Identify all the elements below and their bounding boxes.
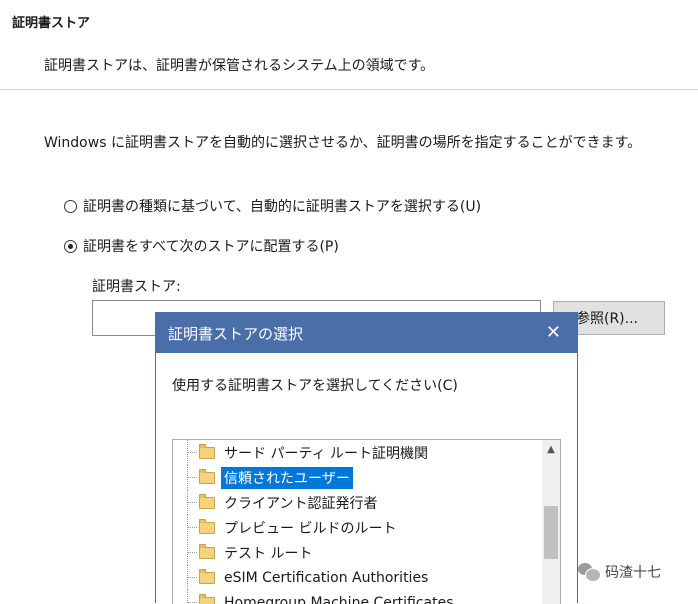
dialog-prompt: 使用する証明書ストアを選択してください(C) [172,375,458,395]
tree-item-label[interactable]: eSIM Certification Authorities [221,569,431,587]
watermark-text: 码渣十七 [605,562,661,582]
folder-icon [199,447,215,459]
tree-item-label[interactable]: プレビュー ビルドのルート [221,517,399,539]
tree-item-label[interactable]: クライアント認証発行者 [221,492,380,514]
tree-item[interactable]: サード パーティ ルート証明機関 [173,440,542,465]
tree-item-label[interactable]: サード パーティ ルート証明機関 [221,442,431,464]
tree-connector [173,515,199,540]
dialog-title: 証明書ストアの選択 [168,323,303,344]
tree-item[interactable]: クライアント認証発行者 [173,490,542,515]
wizard-description: Windows に証明書ストアを自動的に選択させるか、証明書の場所を指定すること… [44,132,641,152]
scroll-thumb[interactable] [544,506,558,559]
folder-icon [199,572,215,584]
certificate-store-tree[interactable]: サード パーティ ルート証明機関信頼されたユーザークライアント認証発行者プレビュ… [172,439,561,604]
tree-connector [173,540,199,565]
vertical-scrollbar[interactable]: ▲ [542,440,560,604]
radio-auto-select-label[interactable]: 証明書の種類に基づいて、自動的に証明書ストアを選択する(U) [83,196,481,216]
watermark: 码渣十七 [578,562,661,582]
dialog-titlebar[interactable]: 証明書ストアの選択 ✕ [156,313,577,353]
scroll-up-arrow-icon[interactable]: ▲ [542,440,560,458]
section-title: 証明書ストア [12,12,90,31]
radio-auto-select-indicator[interactable] [64,200,77,213]
tree-item-label[interactable]: 信頼されたユーザー [221,467,353,489]
tree-item[interactable]: eSIM Certification Authorities [173,565,542,590]
tree-item-label[interactable]: Homegroup Machine Certificates [221,594,457,604]
tree-item[interactable]: テスト ルート [173,540,542,565]
folder-icon [199,497,215,509]
certificate-store-label: 証明書ストア: [92,276,181,296]
radio-auto-select[interactable]: 証明書の種類に基づいて、自動的に証明書ストアを選択する(U) [64,196,481,216]
tree-item-label[interactable]: テスト ルート [221,542,315,564]
wechat-icon [578,563,600,581]
tree-connector [173,490,199,515]
header-divider [0,89,698,90]
select-certificate-store-dialog: 証明書ストアの選択 ✕ 使用する証明書ストアを選択してください(C) サード パ… [155,312,578,603]
tree-item[interactable]: 信頼されたユーザー [173,465,542,490]
folder-icon [199,522,215,534]
tree-connector [173,440,199,465]
section-subtitle: 証明書ストアは、証明書が保管されるシステム上の領域です。 [44,55,434,75]
close-icon[interactable]: ✕ [542,322,565,344]
radio-place-in-store-label[interactable]: 証明書をすべて次のストアに配置する(P) [83,236,339,256]
tree-connector [173,565,199,590]
tree-connector [173,590,199,604]
tree-connector [173,465,199,490]
radio-place-in-store[interactable]: 証明書をすべて次のストアに配置する(P) [64,236,339,256]
folder-icon [199,547,215,559]
folder-icon [199,472,215,484]
tree-item[interactable]: プレビュー ビルドのルート [173,515,542,540]
tree-item[interactable]: Homegroup Machine Certificates [173,590,542,604]
radio-place-in-store-indicator[interactable] [64,240,77,253]
tree-list: サード パーティ ルート証明機関信頼されたユーザークライアント認証発行者プレビュ… [173,440,542,604]
